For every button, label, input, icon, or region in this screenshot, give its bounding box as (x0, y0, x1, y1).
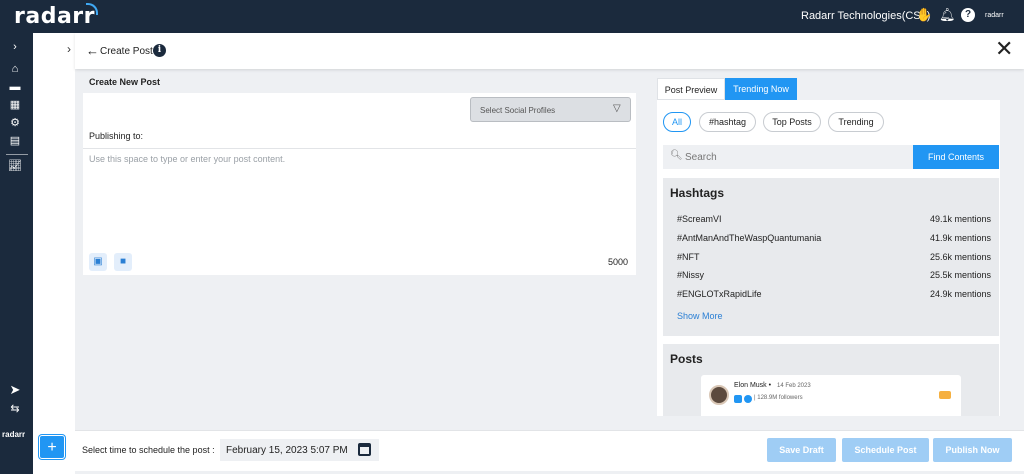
organization-name[interactable]: Radarr Technologies(CS1) (801, 10, 930, 22)
app-logo[interactable]: radarr (14, 4, 95, 29)
tab-trending-now[interactable]: Trending Now (725, 78, 797, 100)
switch-icon[interactable]: ⇆ (8, 402, 22, 416)
paper-plane-icon[interactable]: ➤ (8, 383, 22, 397)
wave-hand-icon[interactable]: ✋ (916, 7, 932, 23)
logo-signal-icon (86, 3, 98, 15)
verified-icon (744, 395, 752, 403)
twitter-icon (734, 395, 742, 403)
publish-now-button[interactable]: Publish Now (933, 438, 1012, 462)
character-count: 5000 (608, 257, 629, 267)
hashtag-mentions: 41.9k mentions (929, 233, 991, 243)
sidebar-brand: radarr (2, 430, 26, 439)
info-icon[interactable]: i (153, 44, 166, 57)
left-sidebar: › ⌂ ▬ ▦ ⚙ ▤ 📈︎ ➤ ⇆ radarr (0, 33, 33, 474)
create-fab-button[interactable]: + (39, 435, 65, 459)
hashtag-name: #Nissy (677, 270, 705, 280)
hashtag-mentions: 24.9k mentions (929, 289, 991, 299)
sidebar-divider (6, 154, 28, 155)
schedule-date-value: February 15, 2023 5:07 PM (226, 445, 348, 456)
tab-post-preview[interactable]: Post Preview (657, 78, 725, 100)
tag-icon[interactable]: ▬ (8, 80, 22, 94)
create-new-post-heading: Create New Post (89, 77, 161, 87)
publishing-to-label: Publishing to: (89, 131, 144, 141)
hashtag-row[interactable]: #ScreamVI 49.1k mentions (677, 214, 991, 228)
search-input[interactable] (685, 148, 905, 166)
back-arrow-icon[interactable]: ← (86, 43, 99, 58)
hashtag-row[interactable]: #ENGLOTxRapidLife 24.9k mentions (677, 289, 991, 303)
hashtags-card: Hashtags #ScreamVI 49.1k mentions #AntMa… (663, 178, 999, 336)
help-icon[interactable]: ? (961, 8, 975, 22)
avatar (709, 385, 729, 405)
page-title: Create Post (100, 46, 153, 57)
schedule-date-input[interactable]: February 15, 2023 5:07 PM (220, 439, 379, 461)
hashtag-name: #ScreamVI (677, 214, 722, 224)
filter-hashtag[interactable]: #hashtag (699, 112, 756, 132)
save-draft-button[interactable]: Save Draft (767, 438, 836, 462)
filter-trending[interactable]: Trending (828, 112, 884, 132)
compose-card: Select Social Profiles ▽ Publishing to: … (83, 93, 636, 275)
post-content-textarea[interactable] (89, 154, 629, 244)
bell-icon[interactable]: 🔔︎ (939, 7, 956, 23)
calendar-icon[interactable] (358, 443, 371, 456)
hashtag-name: #ENGLOTxRapidLife (677, 289, 762, 299)
hashtag-name: #AntManAndTheWaspQuantumania (677, 233, 822, 243)
select-profiles-label: Select Social Profiles (480, 106, 556, 115)
hashtag-name: #NFT (677, 252, 700, 262)
top-header: radarr Radarr Technologies(CS1) ✋ 🔔︎ ? r… (0, 0, 1024, 33)
compose-divider (83, 148, 636, 149)
hashtag-row[interactable]: #AntManAndTheWaspQuantumania 41.9k menti… (677, 233, 991, 247)
show-more-link[interactable]: Show More (677, 311, 723, 321)
schedule-label: Select time to schedule the post : (82, 445, 215, 455)
filter-top-posts[interactable]: Top Posts (763, 112, 821, 132)
analytics-icon[interactable]: 📈︎ (8, 159, 22, 173)
search-icon: 🔍︎ (670, 150, 683, 161)
posts-card: Posts Elon Musk • 14 Feb 2023 | 128.9M f… (663, 344, 999, 416)
post-followers: | 128.9M followers (754, 395, 803, 401)
gear-icon[interactable]: ⚙ (8, 116, 22, 130)
hashtag-row[interactable]: #NFT 25.6k mentions (677, 252, 991, 266)
chevron-right-icon[interactable]: › (8, 40, 22, 54)
title-bar: ← Create Post i ✕ (75, 33, 1024, 69)
post-author: Elon Musk • (734, 382, 772, 389)
hashtag-row[interactable]: #Nissy 25.5k mentions (677, 270, 991, 284)
schedule-post-button[interactable]: Schedule Post (842, 438, 929, 462)
main-content: ← Create Post i ✕ Create New Post Select… (75, 33, 1024, 474)
post-category-icon (939, 391, 951, 399)
dashboard-icon[interactable]: ▦ (8, 98, 22, 112)
hashtag-mentions: 25.5k mentions (929, 270, 991, 280)
find-contents-button[interactable]: Find Contents (913, 145, 999, 169)
chevron-down-icon: ▽ (613, 103, 621, 114)
hashtag-mentions: 49.1k mentions (929, 214, 991, 224)
add-image-icon[interactable]: ▣ (89, 253, 107, 271)
schedule-footer: Select time to schedule the post : Febru… (75, 430, 1024, 471)
search-box: 🔍︎ (663, 145, 913, 169)
close-icon[interactable]: ✕ (995, 37, 1013, 63)
post-item[interactable]: Elon Musk • 14 Feb 2023 | 128.9M followe… (701, 375, 961, 416)
filter-all[interactable]: All (663, 112, 691, 132)
select-social-profiles-dropdown[interactable]: Select Social Profiles ▽ (470, 97, 631, 122)
add-video-icon[interactable]: ■ (114, 253, 132, 271)
trending-panel: All #hashtag Top Posts Trending 🔍︎ Find … (657, 100, 1000, 416)
posts-title: Posts (670, 352, 703, 366)
expand-panel-chevron-icon[interactable]: › (67, 42, 71, 56)
home-icon[interactable]: ⌂ (8, 62, 22, 76)
post-date: 14 Feb 2023 (777, 383, 811, 389)
user-brand-badge[interactable]: radarr (985, 12, 1004, 19)
hashtags-title: Hashtags (670, 186, 725, 200)
collapsed-panel (33, 33, 75, 474)
hashtag-mentions: 25.6k mentions (929, 252, 991, 262)
compose-icon[interactable]: ▤ (8, 134, 22, 148)
